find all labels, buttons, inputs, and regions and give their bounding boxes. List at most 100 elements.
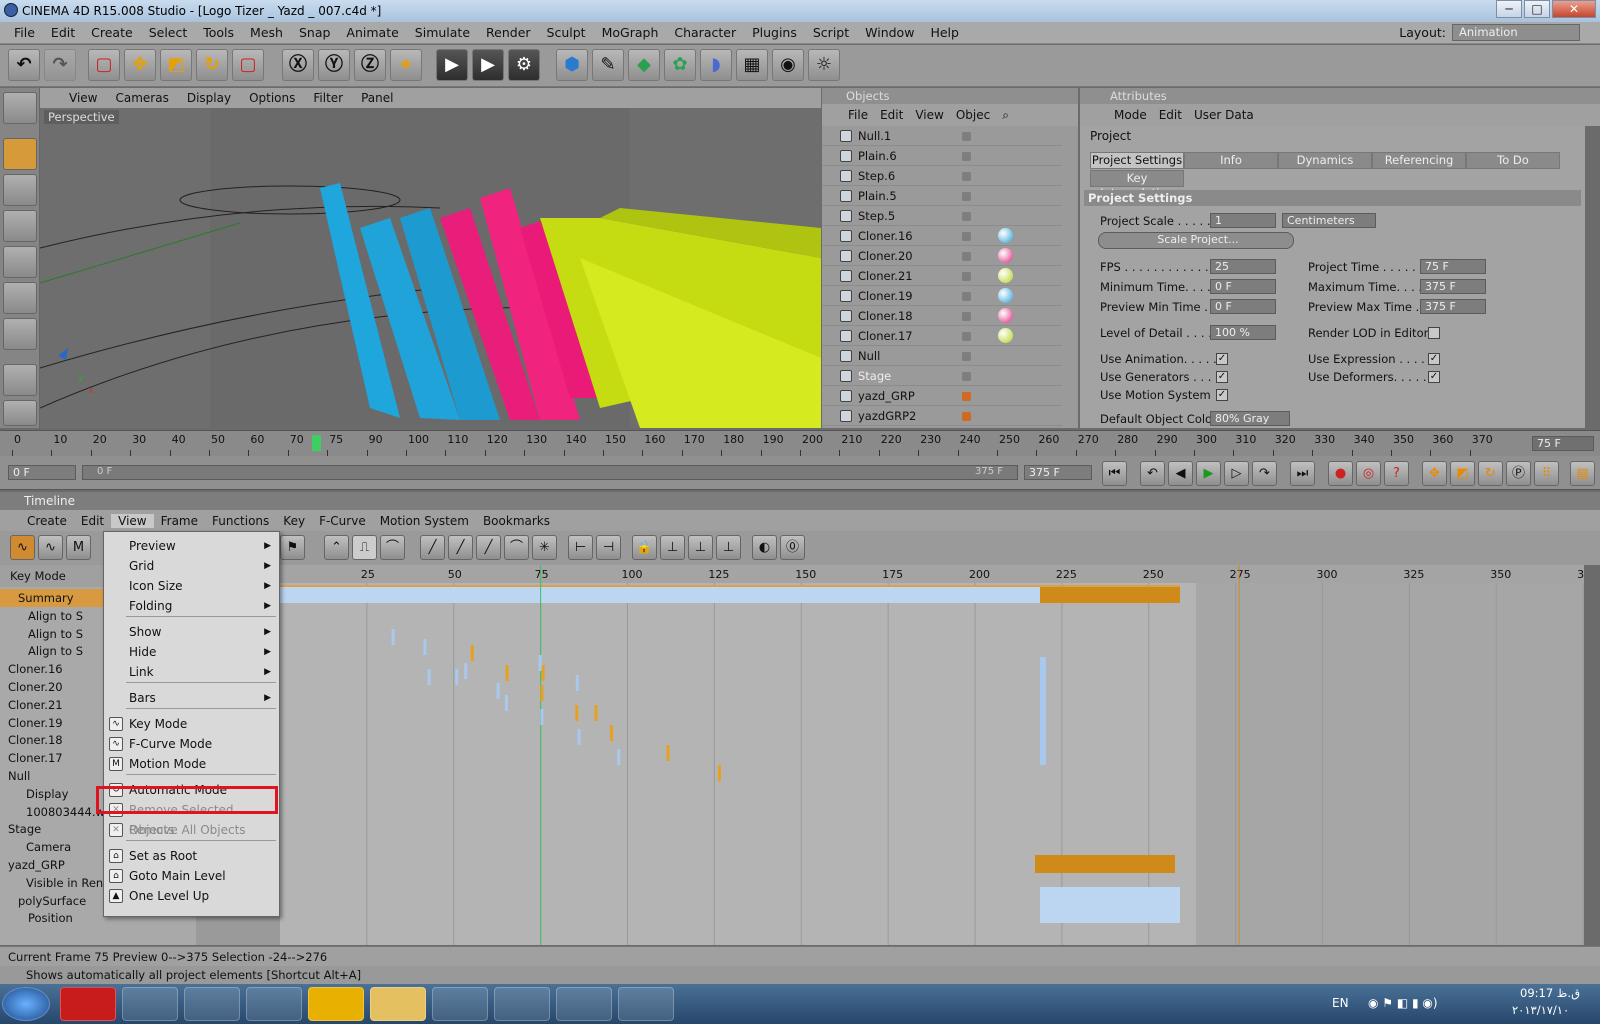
lock-tangent-icon[interactable]: ⊥ <box>716 535 741 560</box>
subdivision-surface-icon[interactable]: ◆ <box>628 49 660 81</box>
menu-mesh[interactable]: Mesh <box>242 22 291 44</box>
attributes-menu-mode[interactable]: Mode <box>1108 108 1153 122</box>
timeline-menu-view[interactable]: View <box>111 513 154 528</box>
nuke-icon[interactable] <box>308 987 364 1021</box>
object-row[interactable]: Cloner.19 <box>822 286 1062 306</box>
menu-sculpt[interactable]: Sculpt <box>539 22 594 44</box>
rotate-icon[interactable]: ↻ <box>196 49 228 81</box>
z-axis-icon[interactable]: Ⓩ <box>354 49 386 81</box>
tweak-mode-icon[interactable] <box>3 400 37 426</box>
object-row[interactable]: Null <box>822 346 1062 366</box>
edges-mode-icon[interactable] <box>3 282 37 314</box>
timeline-menu-functions[interactable]: Functions <box>205 514 276 528</box>
level-of-detail-input[interactable]: 100 % <box>1210 325 1276 340</box>
search-icon[interactable]: ⌕ <box>996 108 1015 123</box>
object-row[interactable]: Cloner.17 <box>822 326 1062 346</box>
x-axis-icon[interactable]: Ⓧ <box>282 49 314 81</box>
menu-link[interactable]: Link ▶ <box>104 662 279 682</box>
overshoot-icon[interactable]: ⊣ <box>596 535 621 560</box>
menu-file[interactable]: File <box>6 22 43 44</box>
preview-max-input[interactable]: 375 F <box>1420 299 1486 314</box>
object-row[interactable]: Cloner.16 <box>822 226 1062 246</box>
record-icon[interactable]: ● <box>1328 461 1353 486</box>
language-indicator[interactable]: EN <box>1332 996 1349 1010</box>
mute-icon[interactable]: ◐ <box>752 535 777 560</box>
menu-folding[interactable]: Folding ▶ <box>104 596 279 616</box>
ease-out-icon[interactable]: ╱ <box>448 535 473 560</box>
maximum-time-input[interactable]: 375 F <box>1420 279 1486 294</box>
menu-select[interactable]: Select <box>141 22 196 44</box>
workplane-mode-icon[interactable] <box>3 210 37 242</box>
menu-edit[interactable]: Edit <box>43 22 83 44</box>
tab-to-do[interactable]: To Do <box>1466 152 1560 169</box>
polygons-mode-icon[interactable] <box>3 318 37 350</box>
timeline-menu-bookmarks[interactable]: Bookmarks <box>476 514 557 528</box>
visibility-dot-icon[interactable] <box>962 392 971 401</box>
next-frame-icon[interactable]: ▷ <box>1224 461 1249 486</box>
material-tag-icon[interactable] <box>998 228 1013 243</box>
timeline-ruler[interactable]: 75 F 0 10 20 30 40 50 60 70 75 90 100 110 120 130 140 1… <box>0 430 1600 456</box>
visibility-dot-icon[interactable] <box>962 212 971 221</box>
menu-remove-all-objects[interactable]: ✕ Remove All Objects <box>104 820 279 840</box>
ae-icon[interactable] <box>494 987 550 1021</box>
playhead-marker[interactable] <box>312 435 321 451</box>
timeline-window-icon[interactable]: ▤ <box>1570 461 1595 486</box>
go-to-end-icon[interactable]: ⏭ <box>1290 461 1315 486</box>
timeline-tool-icon[interactable]: ⚑ <box>280 535 305 560</box>
opera-icon[interactable] <box>60 987 116 1021</box>
use-expression-checkbox[interactable]: ✓ <box>1428 353 1440 365</box>
model-mode-icon[interactable] <box>3 138 37 170</box>
visibility-dot-icon[interactable] <box>962 412 971 421</box>
spline-interp-icon[interactable]: ⌒ <box>380 535 405 560</box>
timeline-menu-fcurve[interactable]: F-Curve <box>312 514 373 528</box>
minimum-time-input[interactable]: 0 F <box>1210 279 1276 294</box>
motion-mode-icon[interactable]: M <box>66 535 91 560</box>
menu-grid[interactable]: Grid ▶ <box>104 556 279 576</box>
cloner-icon[interactable]: ✿ <box>664 49 696 81</box>
timeline-menu-motion-system[interactable]: Motion System <box>373 514 476 528</box>
key-mode-icon[interactable]: ∿ <box>10 535 35 560</box>
use-motion-system-checkbox[interactable]: ✓ <box>1216 389 1228 401</box>
key-point-level-icon[interactable]: ⠿ <box>1534 461 1559 486</box>
tab-referencing[interactable]: Referencing <box>1372 152 1466 169</box>
cube-icon[interactable]: ⬢ <box>556 49 588 81</box>
object-row[interactable]: yazdGRP2 <box>822 406 1062 426</box>
material-tag-icon[interactable] <box>998 248 1013 263</box>
step-interp-icon[interactable]: ⎍ <box>352 535 377 560</box>
3d-viewport[interactable]: x y Perspective <box>40 108 821 428</box>
explorer-icon[interactable] <box>370 987 426 1021</box>
spline-pen-icon[interactable]: ✎ <box>592 49 624 81</box>
menu-help[interactable]: Help <box>922 22 967 44</box>
visibility-dot-icon[interactable] <box>962 192 971 201</box>
break-tangents-icon[interactable]: ✳ <box>532 535 557 560</box>
object-row[interactable]: Cloner.18 <box>822 306 1062 326</box>
viewport-menu-panel[interactable]: Panel <box>352 91 402 105</box>
material-tag-icon[interactable] <box>998 268 1013 283</box>
previous-key-icon[interactable]: ↶ <box>1140 461 1165 486</box>
material-tag-icon[interactable] <box>998 288 1013 303</box>
autokey-icon[interactable]: ◎ <box>1356 461 1381 486</box>
visibility-dot-icon[interactable] <box>962 152 971 161</box>
menu-one-level-up[interactable]: ▲ One Level Up <box>104 886 279 906</box>
objects-menu-view[interactable]: View <box>909 108 949 122</box>
floor-icon[interactable]: ▦ <box>736 49 768 81</box>
tab-key-interpolation[interactable]: Key Interpolation <box>1090 170 1184 200</box>
menu-motion-mode[interactable]: M Motion Mode <box>104 754 279 774</box>
play-icon[interactable]: ▶ <box>1196 461 1221 486</box>
cinema4d-icon-1[interactable] <box>184 987 240 1021</box>
coordinate-system-icon[interactable]: ⌖ <box>390 49 422 81</box>
object-row[interactable]: Cloner.21 <box>822 266 1062 286</box>
render-lod-checkbox[interactable] <box>1428 327 1440 339</box>
viewport-menu-options[interactable]: Options <box>240 91 304 105</box>
attributes-menu-userdata[interactable]: User Data <box>1188 108 1260 122</box>
ease-in-icon[interactable]: ╱ <box>420 535 445 560</box>
camera-icon[interactable]: ◉ <box>772 49 804 81</box>
clamp-icon[interactable]: ⊢ <box>568 535 593 560</box>
start-frame-field[interactable]: 0 F <box>8 465 76 480</box>
menu-preview[interactable]: Preview ▶ <box>104 536 279 556</box>
key-rotation-icon[interactable]: ↻ <box>1478 461 1503 486</box>
key-scale-icon[interactable]: ◩ <box>1450 461 1475 486</box>
tab-info[interactable]: Info <box>1184 152 1278 169</box>
layout-dropdown[interactable]: Animation <box>1452 24 1580 41</box>
scale-icon[interactable]: ◩ <box>160 49 192 81</box>
